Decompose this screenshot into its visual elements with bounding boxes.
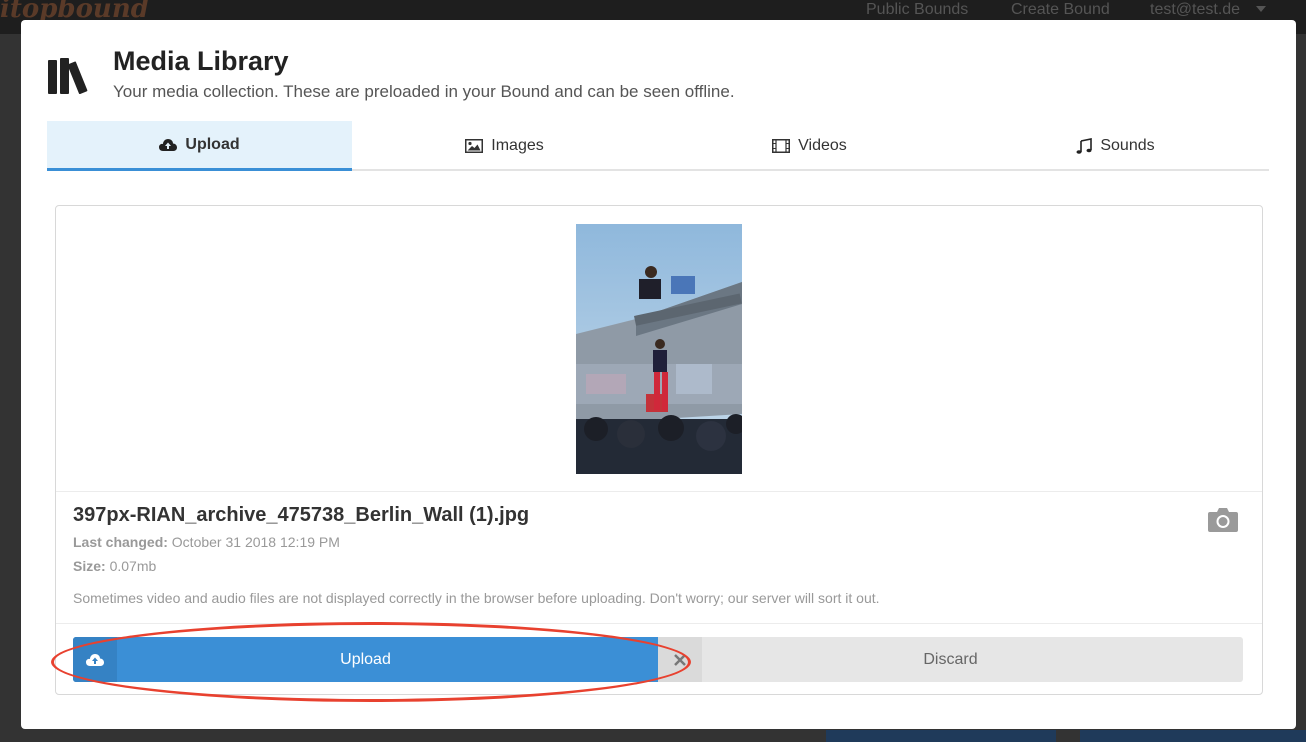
size-label: Size: <box>73 558 106 574</box>
file-name: 397px-RIAN_archive_475738_Berlin_Wall (1… <box>73 504 530 526</box>
image-preview <box>576 224 742 474</box>
close-icon <box>658 637 702 682</box>
modal-title: Media Library <box>113 46 289 76</box>
tab-upload[interactable]: Upload <box>47 121 352 171</box>
cloud-upload-icon <box>73 637 117 682</box>
cloud-upload-icon <box>159 138 178 151</box>
tab-videos[interactable]: Videos <box>657 121 962 171</box>
tab-images-label: Images <box>491 137 544 154</box>
preview-area <box>56 206 1262 492</box>
upload-button[interactable]: Upload <box>73 637 658 682</box>
film-icon <box>772 139 791 153</box>
media-tabs: Upload Images Videos Sounds <box>47 121 1269 171</box>
tab-images[interactable]: Images <box>352 121 657 171</box>
chevron-down-icon[interactable] <box>1256 6 1266 12</box>
divider <box>56 623 1262 624</box>
background-panel <box>826 730 1056 742</box>
background-panel <box>1080 730 1306 742</box>
media-library-modal: Media Library Your media collection. The… <box>21 20 1296 729</box>
modal-subtitle: Your media collection. These are preload… <box>113 82 735 101</box>
camera-icon <box>1208 508 1238 532</box>
size-value: 0.07mb <box>109 558 157 574</box>
tab-sounds[interactable]: Sounds <box>962 121 1269 171</box>
file-last-changed: Last changed: October 31 2018 12:19 PM <box>73 534 340 550</box>
upload-note: Sometimes video and audio files are not … <box>73 590 880 606</box>
discard-button-label: Discard <box>923 650 978 668</box>
music-note-icon <box>1076 138 1093 154</box>
discard-button[interactable]: Discard <box>658 637 1243 682</box>
image-icon <box>465 139 484 153</box>
nav-public-bounds[interactable]: Public Bounds <box>866 1 968 19</box>
tab-videos-label: Videos <box>798 137 847 154</box>
last-changed-label: Last changed: <box>73 534 168 550</box>
upload-card: 397px-RIAN_archive_475738_Berlin_Wall (1… <box>55 205 1263 695</box>
file-size: Size: 0.07mb <box>73 558 156 574</box>
nav-user-menu[interactable]: test@test.de <box>1150 1 1240 19</box>
tab-sounds-label: Sounds <box>1100 137 1155 154</box>
books-icon <box>48 58 88 94</box>
nav-create-bound[interactable]: Create Bound <box>1011 1 1110 19</box>
tab-upload-label: Upload <box>185 135 240 153</box>
upload-button-label: Upload <box>340 650 391 668</box>
last-changed-value: October 31 2018 12:19 PM <box>171 534 340 550</box>
